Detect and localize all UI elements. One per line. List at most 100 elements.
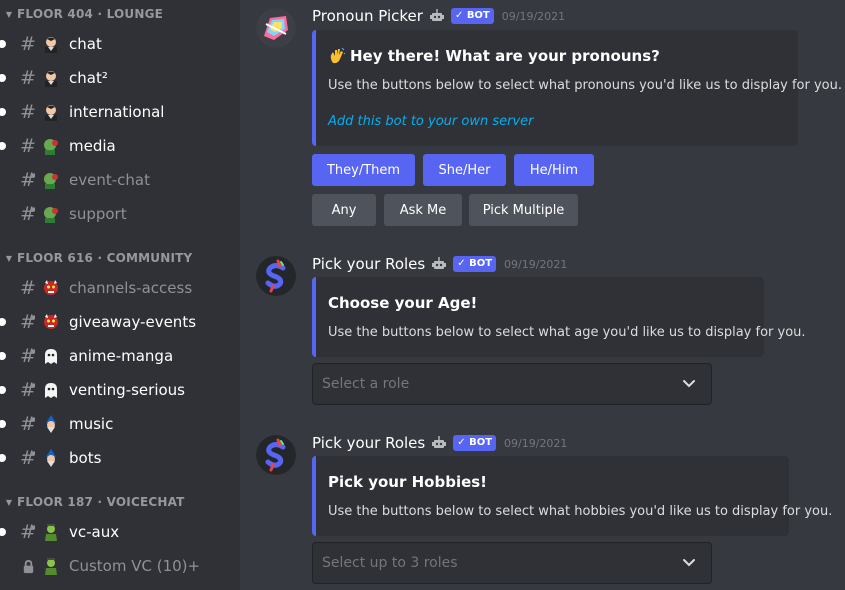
channel-name: giveaway-events xyxy=(69,313,197,331)
embed-title-text: Hey there! What are your pronouns? xyxy=(350,47,660,65)
unread-indicator xyxy=(0,40,6,48)
thread-icon: ▪ xyxy=(31,171,36,179)
bot-tag: ✓ BOT xyxy=(453,256,497,272)
author-name[interactable]: Pick your Roles xyxy=(312,255,425,273)
message-header: Pronoun Picker ✓ BOT 09/19/2021 xyxy=(312,7,565,25)
timestamp[interactable]: 09/19/2021 xyxy=(504,437,567,450)
channel-channels-access[interactable]: # channels-access xyxy=(0,273,232,303)
chevron-down-icon: ▼ xyxy=(5,253,13,263)
channel-name: venting-serious xyxy=(69,381,185,399)
embed-description: Use the buttons below to select what age… xyxy=(328,325,806,340)
chevron-down-icon xyxy=(681,555,697,571)
text-channel-icon: # xyxy=(20,67,36,89)
unread-indicator xyxy=(0,352,6,360)
category-floor-404[interactable]: ▼ FLOOR 404 · LOUNGE xyxy=(4,7,163,21)
channel-music[interactable]: # ▪ music xyxy=(0,409,232,439)
channel-sidebar: ▼ FLOOR 404 · LOUNGE # chat # chat² # in… xyxy=(0,0,240,590)
channel-custom-vc[interactable]: Custom VC (10)+ xyxy=(0,551,232,581)
channel-giveaway-events[interactable]: # ▪ giveaway-events xyxy=(0,307,232,337)
bot-tag: ✓ BOT xyxy=(450,8,494,24)
embed: Pick your Hobbies! Use the buttons below… xyxy=(312,456,832,536)
hobbies-select[interactable]: Select up to 3 roles xyxy=(312,542,712,584)
unread-indicator xyxy=(0,108,6,116)
thread-icon: ▪ xyxy=(31,449,36,457)
ghost-icon xyxy=(42,347,60,365)
ghost-icon xyxy=(42,381,60,399)
text-channel-icon: # xyxy=(20,277,36,299)
channel-bots[interactable]: # ▪ bots xyxy=(0,443,232,473)
vampire-icon xyxy=(42,69,60,87)
channel-name: support xyxy=(69,205,127,223)
channel-event-chat[interactable]: # ▪ event-chat xyxy=(0,165,232,195)
channel-international[interactable]: # international xyxy=(0,97,232,127)
author-name[interactable]: Pick your Roles xyxy=(312,434,425,452)
category-floor-187[interactable]: ▼ FLOOR 187 · VOICECHAT xyxy=(4,495,185,509)
channel-name: channels-access xyxy=(69,279,193,297)
mage-icon xyxy=(42,415,60,433)
vampire-icon xyxy=(42,103,60,121)
unread-indicator xyxy=(0,318,6,326)
channel-name: Custom VC (10)+ xyxy=(69,557,201,575)
embed-description: Use the buttons below to select what pro… xyxy=(328,78,843,93)
lock-icon xyxy=(18,559,38,574)
message-pick-roles-age: Pick your Roles ✓ BOT 09/19/2021 Choose … xyxy=(256,255,826,406)
thread-icon: ▪ xyxy=(31,381,36,389)
channel-name: event-chat xyxy=(69,171,150,189)
embed: Choose your Age! Use the buttons below t… xyxy=(312,277,806,357)
chevron-down-icon xyxy=(681,376,697,392)
unread-indicator xyxy=(0,142,6,150)
avatar[interactable] xyxy=(256,8,296,48)
genie-icon xyxy=(42,523,60,541)
channel-anime-manga[interactable]: # ▪ anime-manga xyxy=(0,341,232,371)
embed-title: Pick your Hobbies! xyxy=(328,473,488,491)
channel-support[interactable]: # ▪ support xyxy=(0,199,232,229)
ogre-icon xyxy=(42,313,60,331)
ask-me-button[interactable]: Ask Me xyxy=(384,194,462,226)
she-her-button[interactable]: She/Her xyxy=(423,154,506,186)
text-channel-icon: # xyxy=(20,135,36,157)
they-them-button[interactable]: They/Them xyxy=(312,154,415,186)
chat-area: Pronoun Picker ✓ BOT 09/19/2021 Hey ther… xyxy=(240,0,845,590)
category-label: FLOOR 404 · LOUNGE xyxy=(17,7,164,21)
any-button[interactable]: Any xyxy=(312,194,376,226)
thread-icon: ▪ xyxy=(31,415,36,423)
add-bot-link[interactable]: Add this bot to your own server xyxy=(328,114,533,129)
channel-name: chat² xyxy=(69,69,108,87)
timestamp[interactable]: 09/19/2021 xyxy=(502,10,565,23)
category-floor-616[interactable]: ▼ FLOOR 616 · COMMUNITY xyxy=(4,251,192,265)
embed-title: Hey there! What are your pronouns? xyxy=(328,47,660,65)
bot-tag: ✓ BOT xyxy=(453,435,497,451)
channel-name: bots xyxy=(69,449,102,467)
channel-chat[interactable]: # chat xyxy=(0,29,232,59)
channel-venting-serious[interactable]: # ▪ venting-serious xyxy=(0,375,232,405)
mage-icon xyxy=(42,449,60,467)
channel-name: international xyxy=(69,103,165,121)
channel-media[interactable]: # media xyxy=(0,131,232,161)
author-name[interactable]: Pronoun Picker xyxy=(312,7,423,25)
robot-icon xyxy=(431,435,447,451)
role-select[interactable]: Select a role xyxy=(312,363,712,405)
zombie-icon xyxy=(42,171,60,189)
waving-hand-icon xyxy=(328,47,346,65)
channel-chat2[interactable]: # chat² xyxy=(0,63,232,93)
zombie-icon xyxy=(42,137,60,155)
select-placeholder: Select a role xyxy=(322,376,410,392)
message-pronoun-picker: Pronoun Picker ✓ BOT 09/19/2021 Hey ther… xyxy=(256,7,842,228)
avatar[interactable] xyxy=(256,435,296,475)
channel-vc-aux[interactable]: # ▪ vc-aux xyxy=(0,517,232,547)
unread-indicator xyxy=(0,386,6,394)
thread-icon: ▪ xyxy=(31,347,36,355)
category-label: FLOOR 187 · VOICECHAT xyxy=(17,495,185,509)
chevron-down-icon: ▼ xyxy=(5,497,13,507)
robot-icon xyxy=(431,256,447,272)
message-header: Pick your Roles ✓ BOT 09/19/2021 xyxy=(312,434,567,452)
channel-name: media xyxy=(69,137,116,155)
category-label: FLOOR 616 · COMMUNITY xyxy=(17,251,193,265)
he-him-button[interactable]: He/Him xyxy=(514,154,594,186)
pick-multiple-button[interactable]: Pick Multiple xyxy=(469,194,578,226)
genie-icon xyxy=(42,557,60,575)
text-channel-icon: # xyxy=(20,101,36,123)
timestamp[interactable]: 09/19/2021 xyxy=(504,258,567,271)
avatar[interactable] xyxy=(256,256,296,296)
robot-icon xyxy=(429,8,445,24)
